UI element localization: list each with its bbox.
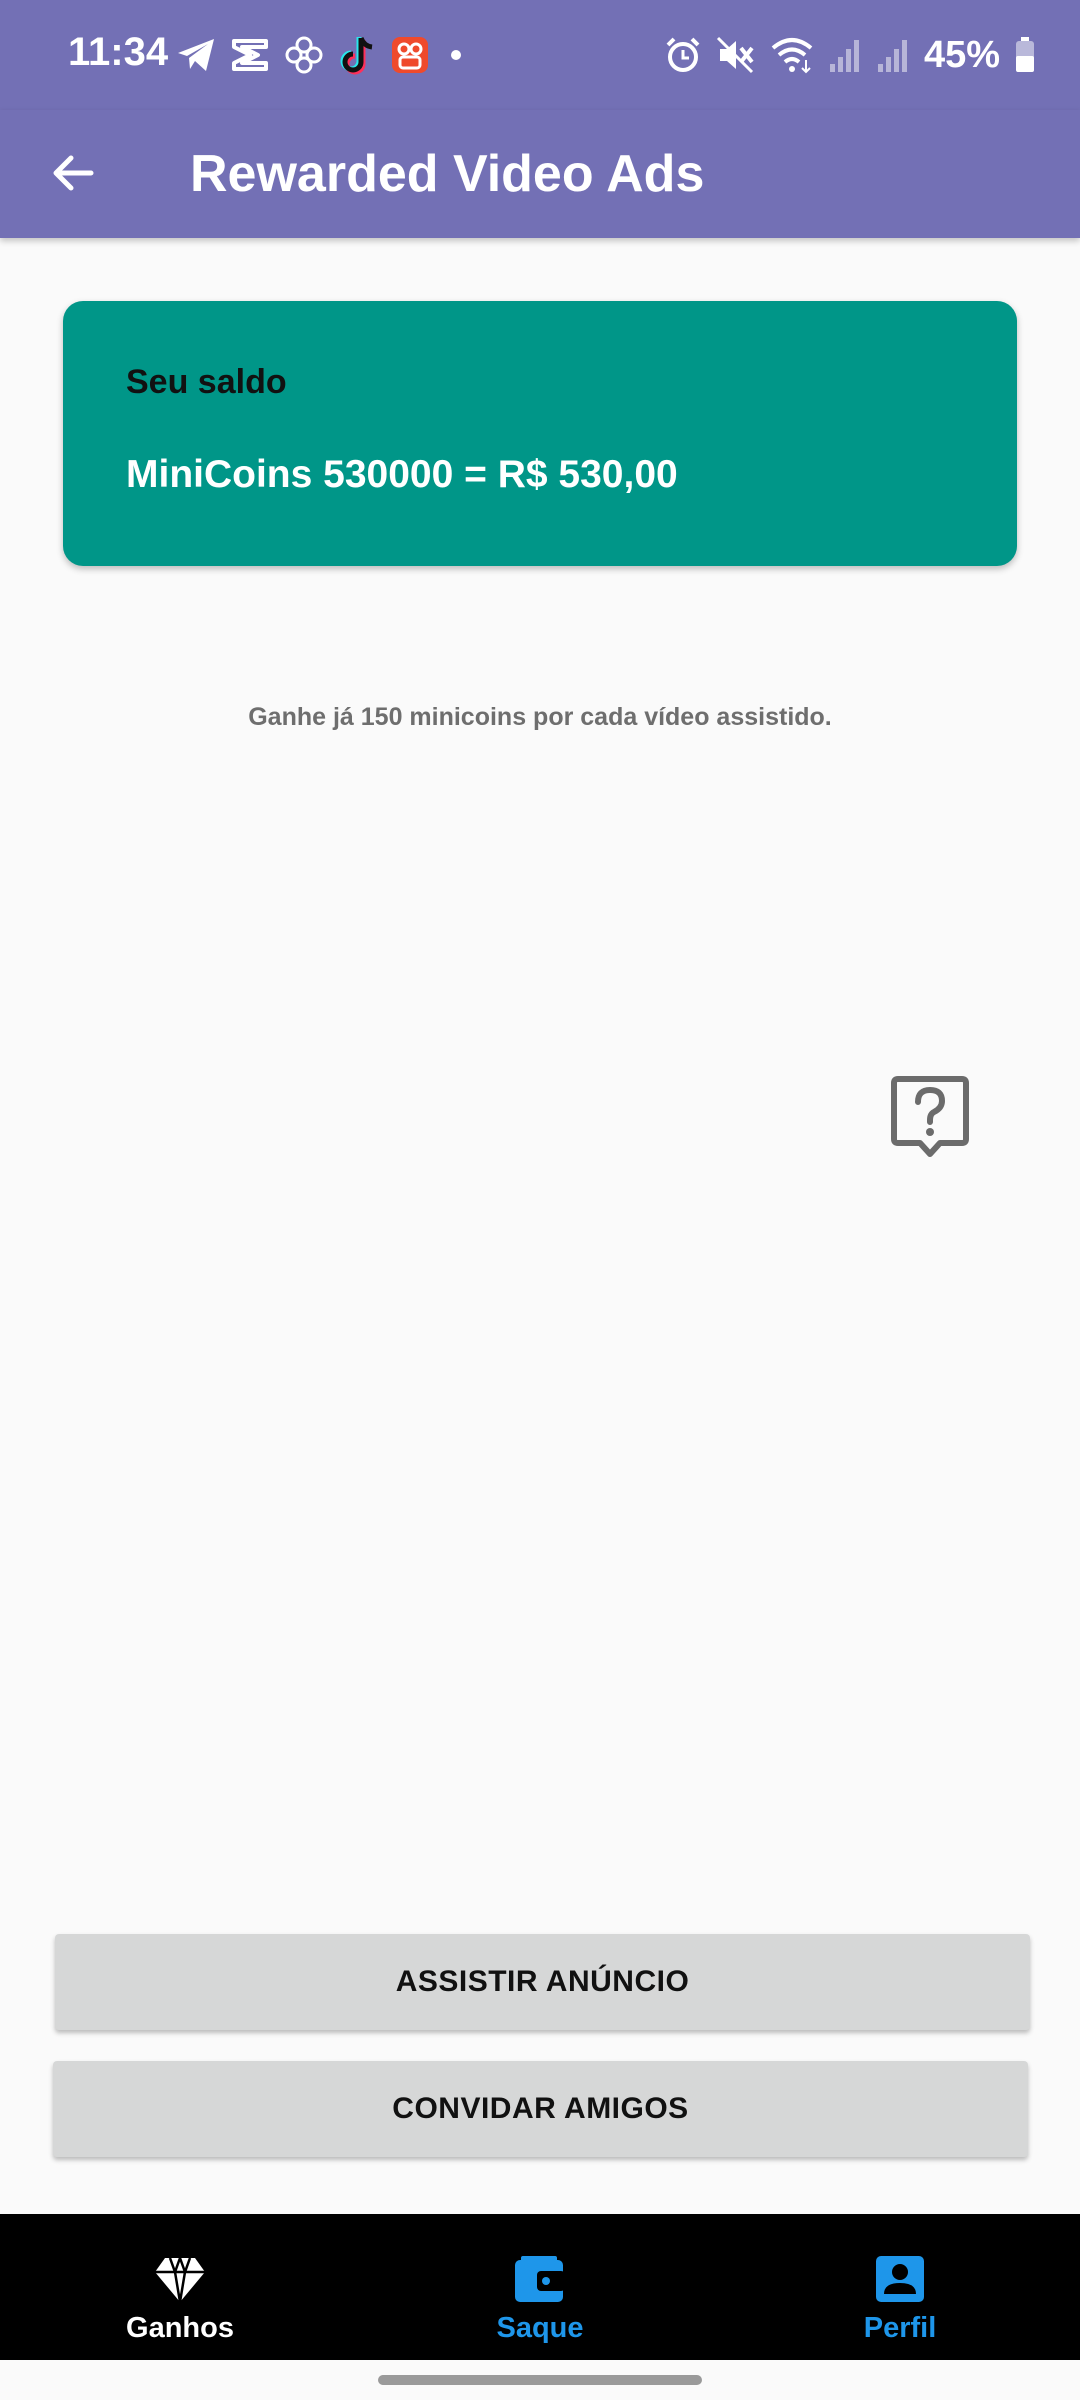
flower-icon: [285, 36, 323, 74]
profile-icon: [876, 2256, 924, 2302]
balance-card: Seu saldo MiniCoins 530000 = R$ 530,00: [63, 301, 1017, 566]
nav-label-saque: Saque: [496, 2312, 584, 2344]
signal-icon: [877, 40, 907, 72]
status-bar: 11:34 45%: [0, 0, 1080, 110]
status-time: 11:34: [68, 30, 169, 74]
app-bar: Rewarded Video Ads: [0, 110, 1080, 238]
nav-label-ganhos: Ganhos: [126, 2312, 234, 2344]
telegram-icon: [178, 39, 214, 71]
nav-item-perfil[interactable]: Perfil: [800, 2214, 1000, 2360]
system-status-icons: 45%: [664, 30, 1036, 80]
balance-label: Seu saldo: [126, 363, 287, 401]
gesture-handle[interactable]: [378, 2375, 702, 2385]
battery-percent: 45%: [923, 33, 1000, 76]
kwai-icon: [392, 37, 428, 73]
tiktok-icon: [340, 37, 373, 75]
dot-icon: [451, 50, 461, 60]
nav-label-perfil: Perfil: [863, 2312, 937, 2344]
watch-ad-button[interactable]: ASSISTIR ANÚNCIO: [55, 1934, 1030, 2030]
signal-icon: [829, 40, 859, 72]
mute-icon: [716, 36, 754, 74]
wifi-icon: [771, 38, 813, 74]
page-title: Rewarded Video Ads: [190, 145, 705, 203]
bottom-navigation: Ganhos Saque Perfil: [0, 2214, 1080, 2360]
diamond-icon: [155, 2257, 205, 2303]
capcut-icon: [232, 39, 268, 71]
back-button[interactable]: [38, 138, 108, 208]
notification-icons: [176, 32, 468, 78]
wallet-icon: [515, 2256, 565, 2302]
nav-item-saque[interactable]: Saque: [440, 2214, 640, 2360]
invite-friends-button[interactable]: CONVIDAR AMIGOS: [53, 2061, 1028, 2157]
balance-value: MiniCoins 530000 = R$ 530,00: [126, 453, 678, 496]
nav-item-ganhos[interactable]: Ganhos: [80, 2214, 280, 2360]
help-icon[interactable]: [890, 1074, 970, 1160]
reward-info-text: Ganhe já 150 minicoins por cada vídeo as…: [248, 703, 832, 731]
alarm-icon: [666, 37, 700, 72]
arrow-back-icon: [53, 155, 94, 191]
battery-icon: [1016, 37, 1034, 72]
